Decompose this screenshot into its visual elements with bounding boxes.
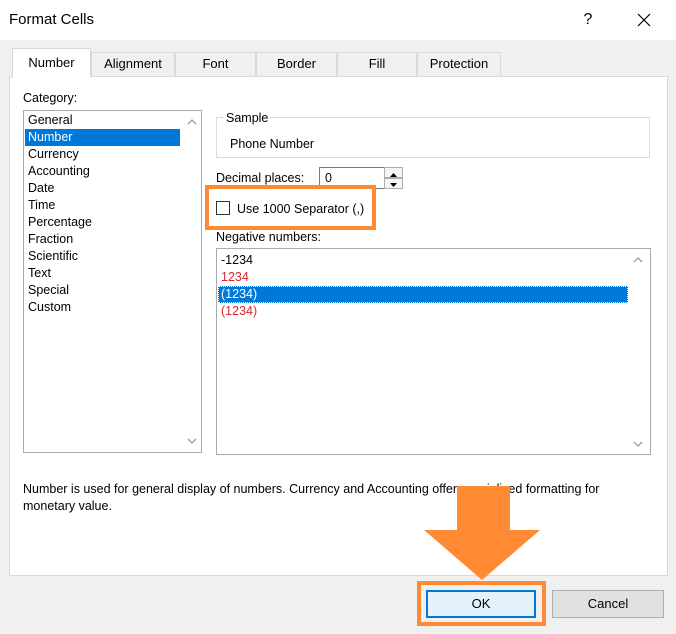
spin-down-icon bbox=[390, 183, 397, 187]
close-icon bbox=[637, 13, 651, 27]
category-item-special[interactable]: Special bbox=[25, 282, 69, 299]
category-item-fraction[interactable]: Fraction bbox=[25, 231, 73, 248]
negative-numbers-label: Negative numbers: bbox=[216, 230, 321, 244]
category-item-date[interactable]: Date bbox=[25, 180, 54, 197]
category-item-time[interactable]: Time bbox=[25, 197, 55, 214]
tab-font[interactable]: Font bbox=[175, 52, 256, 76]
scroll-down-icon[interactable] bbox=[630, 436, 646, 452]
tab-number[interactable]: Number bbox=[12, 48, 91, 78]
category-label: Category: bbox=[23, 91, 78, 105]
category-item-currency[interactable]: Currency bbox=[25, 146, 79, 163]
dialog-title: Format Cells bbox=[9, 11, 95, 28]
negative-item-red-parentheses[interactable]: (1234) bbox=[218, 303, 257, 320]
decimal-places-label: Decimal places: bbox=[216, 171, 305, 185]
scroll-down-icon[interactable] bbox=[184, 433, 200, 449]
category-item-percentage[interactable]: Percentage bbox=[25, 214, 92, 231]
close-button[interactable] bbox=[632, 8, 656, 32]
category-item-number[interactable]: Number bbox=[25, 129, 180, 146]
tab-alignment[interactable]: Alignment bbox=[91, 52, 175, 76]
decimal-up-button[interactable] bbox=[384, 167, 403, 178]
category-item-accounting[interactable]: Accounting bbox=[25, 163, 90, 180]
down-arrow-icon bbox=[424, 486, 540, 580]
help-button[interactable]: ? bbox=[576, 8, 600, 32]
scroll-up-icon[interactable] bbox=[630, 252, 646, 268]
negative-numbers-list[interactable]: -1234 1234 (1234) (1234) bbox=[216, 248, 651, 455]
negative-item-red[interactable]: 1234 bbox=[218, 269, 249, 286]
format-description: Number is used for general display of nu… bbox=[23, 482, 600, 513]
tab-fill[interactable]: Fill bbox=[337, 52, 417, 76]
title-bar: Format Cells ? bbox=[0, 0, 676, 40]
category-item-text[interactable]: Text bbox=[25, 265, 51, 282]
category-item-scientific[interactable]: Scientific bbox=[25, 248, 78, 265]
sample-value: Phone Number bbox=[230, 137, 315, 151]
category-item-custom[interactable]: Custom bbox=[25, 299, 71, 316]
separator-highlight-box bbox=[205, 185, 376, 230]
category-item-general[interactable]: General bbox=[25, 112, 72, 129]
ok-highlight-box bbox=[417, 581, 546, 626]
sample-legend: Sample bbox=[224, 111, 271, 125]
tab-protection[interactable]: Protection bbox=[417, 52, 501, 76]
scroll-up-icon[interactable] bbox=[184, 114, 200, 130]
negative-item-parentheses[interactable]: (1234) bbox=[218, 286, 628, 303]
tab-border[interactable]: Border bbox=[256, 52, 337, 76]
category-list[interactable]: General Number Currency Accounting Date … bbox=[23, 110, 202, 453]
decimal-down-button[interactable] bbox=[384, 178, 403, 189]
cancel-button[interactable]: Cancel bbox=[552, 590, 664, 618]
negative-item-minus[interactable]: -1234 bbox=[218, 252, 253, 269]
